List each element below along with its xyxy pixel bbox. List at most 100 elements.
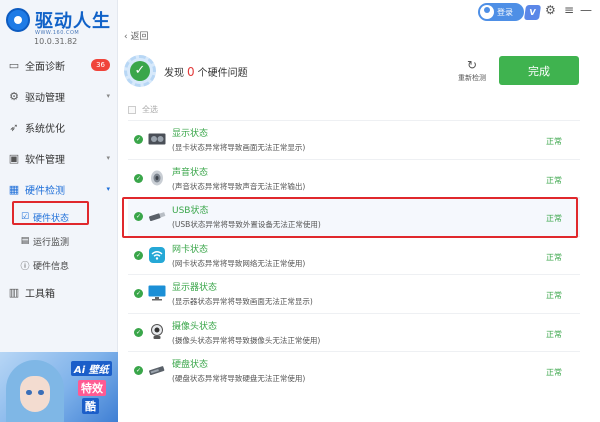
status-badge: 正常 bbox=[546, 175, 562, 185]
banner-text-effects: 特效 bbox=[78, 380, 106, 396]
device-description: (硬盘状态异常将导致硬盘无法正常使用) bbox=[172, 374, 306, 383]
box-icon: ▣ bbox=[8, 152, 20, 165]
status-badge: 正常 bbox=[546, 368, 562, 377]
speaker-icon bbox=[148, 170, 166, 186]
select-all-checkbox[interactable] bbox=[128, 105, 136, 114]
device-name: 显示器状态 bbox=[172, 283, 218, 293]
ok-check-icon: ✓ bbox=[134, 289, 143, 298]
chart-icon: ▤ bbox=[20, 236, 30, 246]
sidebar-item-label: 系统优化 bbox=[25, 124, 65, 135]
summary-suffix: 个硬件问题 bbox=[197, 68, 248, 79]
scan-result-icon: ✓ bbox=[124, 55, 156, 87]
selected-row-highlight bbox=[122, 197, 578, 238]
device-description: (声音状态异常将导致声音无法正常输出) bbox=[172, 181, 306, 191]
ok-check-icon: ✓ bbox=[134, 366, 143, 375]
issue-count: 0 bbox=[187, 65, 195, 79]
graphics-card-icon bbox=[148, 131, 166, 147]
done-button[interactable]: 完成 bbox=[499, 56, 579, 85]
webcam-icon bbox=[148, 323, 166, 340]
banner-character-eye bbox=[38, 390, 44, 395]
back-label: 返回 bbox=[130, 32, 149, 42]
device-description: (网卡状态异常将导致网络无法正常使用) bbox=[172, 258, 306, 268]
monitor-icon: ▭ bbox=[8, 59, 20, 72]
sidebar-item-drivers[interactable]: ⚙ 驱动管理 ▾ bbox=[0, 81, 118, 112]
banner-text-cool: 酷 bbox=[82, 398, 99, 414]
sidebar-item-optimize[interactable]: ➶ 系统优化 bbox=[0, 112, 118, 143]
rocket-icon: ➶ bbox=[9, 121, 19, 134]
sidebar-item-label: 驱动管理 bbox=[25, 93, 65, 104]
logo-subtitle: WWW.160.COM bbox=[35, 30, 80, 36]
banner-text-ai-wallpaper: Ai 壁纸 bbox=[71, 361, 112, 376]
sidebar-subitem-hardware-info[interactable]: ⓘ 硬件信息 bbox=[0, 253, 118, 277]
select-all[interactable]: 全选 bbox=[128, 104, 158, 115]
sidebar-item-label: 工具箱 bbox=[25, 289, 55, 300]
banner-character-eye bbox=[26, 390, 32, 395]
promo-banner[interactable]: Ai 壁纸 特效 酷 bbox=[0, 352, 118, 422]
logo-icon bbox=[6, 8, 30, 32]
info-icon: ⓘ bbox=[20, 261, 30, 272]
rescan-button[interactable]: ↻ 重新检测 bbox=[455, 58, 489, 83]
chevron-down-icon: ▾ bbox=[106, 185, 110, 193]
sidebar-subitem-label: 硬件信息 bbox=[33, 261, 70, 272]
sidebar-subitem-label: 运行监测 bbox=[33, 237, 70, 248]
menu-icon[interactable]: ≡ bbox=[564, 3, 574, 17]
sidebar-item-toolbox[interactable]: ▥ 工具箱 bbox=[0, 277, 118, 308]
list-item[interactable]: ✓ 显示状态 (显卡状态异常将导致画面无法正常显示) 正常 bbox=[128, 120, 580, 159]
chevron-down-icon: ▾ bbox=[106, 92, 110, 100]
selected-subitem-highlight bbox=[12, 201, 89, 225]
device-name: 声音状态 bbox=[172, 167, 209, 178]
select-all-label: 全选 bbox=[142, 105, 158, 114]
vip-badge[interactable]: V bbox=[523, 5, 542, 20]
back-link[interactable]: ‹ 返回 bbox=[124, 29, 149, 42]
settings-gear-icon[interactable]: ⚙ bbox=[545, 3, 556, 17]
monitor-icon bbox=[148, 285, 166, 301]
login-label: 登录 bbox=[497, 7, 513, 17]
device-description: (摄像头状态异常将导致摄像头无法正常使用) bbox=[172, 335, 321, 345]
app-version: 10.0.31.82 bbox=[34, 37, 78, 46]
summary-prefix: 发现 bbox=[164, 68, 184, 79]
title-bar: 登录 V ⚙ ≡ — bbox=[118, 0, 600, 24]
login-button[interactable]: 登录 bbox=[478, 3, 524, 21]
sidebar-subitem-monitoring[interactable]: ▤ 运行监测 bbox=[0, 229, 118, 253]
status-badge: 正常 bbox=[546, 137, 562, 146]
ok-check-icon: ✓ bbox=[134, 173, 143, 183]
list-item[interactable]: ✓ 声音状态 (声音状态异常将导致声音无法正常输出) 正常 bbox=[128, 158, 580, 198]
sidebar-nav: ▭ 全面诊断 36 ⚙ 驱动管理 ▾ ➶ 系统优化 ▣ 软件管理 ▾ ▦ 硬件检… bbox=[0, 50, 118, 308]
status-badge: 正常 bbox=[546, 291, 562, 300]
chevron-down-icon: ▾ bbox=[106, 154, 110, 162]
sidebar-item-label: 硬件检测 bbox=[25, 186, 65, 197]
notification-badge: 36 bbox=[91, 59, 110, 71]
hard-drive-icon bbox=[148, 362, 166, 378]
scan-summary: 发现 0 个硬件问题 bbox=[164, 64, 248, 79]
sidebar-item-software[interactable]: ▣ 软件管理 ▾ bbox=[0, 143, 118, 174]
status-badge: 正常 bbox=[546, 329, 562, 339]
list-item[interactable]: ✓ 网卡状态 (网卡状态异常将导致网络无法正常使用) 正常 bbox=[128, 235, 580, 275]
device-description: (显卡状态异常将导致画面无法正常显示) bbox=[172, 143, 306, 152]
list-item[interactable]: ✓ 显示器状态 (显示器状态异常将导致画面无法正常显示) 正常 bbox=[128, 274, 580, 313]
gear-icon: ⚙ bbox=[9, 90, 19, 103]
hardware-status-list: ✓ 显示状态 (显卡状态异常将导致画面无法正常显示) 正常 ✓ 声音状态 (声音… bbox=[128, 120, 580, 390]
rescan-label: 重新检测 bbox=[458, 74, 486, 82]
chip-icon: ▦ bbox=[8, 183, 20, 196]
sidebar-item-label: 全面诊断 bbox=[25, 62, 65, 73]
list-item[interactable]: ✓ 摄像头状态 (摄像头状态异常将导致摄像头无法正常使用) 正常 bbox=[128, 312, 580, 352]
status-badge: 正常 bbox=[546, 252, 562, 262]
banner-character-face bbox=[20, 376, 50, 412]
device-name: 摄像头状态 bbox=[172, 321, 218, 332]
sidebar-item-diagnose[interactable]: ▭ 全面诊断 36 bbox=[0, 50, 118, 81]
sidebar-item-label: 软件管理 bbox=[25, 155, 65, 166]
device-description: (显示器状态异常将导致画面无法正常显示) bbox=[172, 297, 313, 306]
wifi-icon bbox=[148, 246, 166, 263]
minimize-icon[interactable]: — bbox=[580, 3, 592, 17]
toolbox-icon: ▥ bbox=[8, 286, 20, 299]
ok-check-icon: ✓ bbox=[134, 250, 143, 260]
ok-check-icon: ✓ bbox=[134, 135, 143, 144]
checkmark-icon: ✓ bbox=[130, 61, 150, 81]
refresh-icon: ↻ bbox=[466, 58, 478, 72]
device-name: 显示状态 bbox=[172, 129, 209, 139]
device-name: 硬盘状态 bbox=[172, 360, 209, 370]
list-item[interactable]: ✓ 硬盘状态 (硬盘状态异常将导致硬盘无法正常使用) 正常 bbox=[128, 351, 580, 390]
avatar-icon bbox=[480, 5, 494, 19]
device-name: 网卡状态 bbox=[172, 244, 209, 255]
chevron-left-icon: ‹ bbox=[124, 32, 128, 42]
